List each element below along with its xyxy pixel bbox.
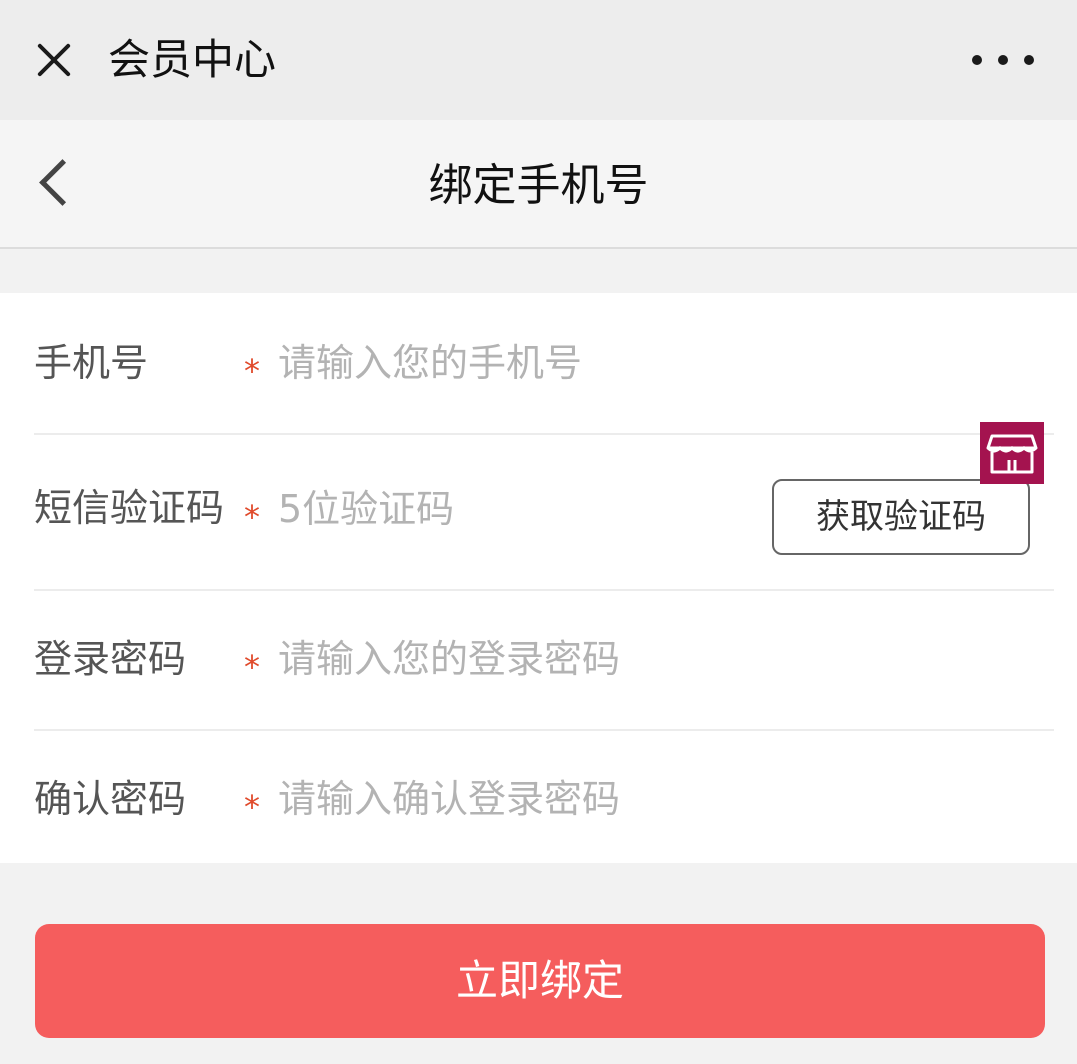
more-dot (972, 55, 982, 65)
get-code-button[interactable]: 获取验证码 (772, 479, 1030, 555)
sms-code-input[interactable] (278, 481, 738, 537)
bind-phone-form: 手机号 * 短信验证码 * 获取验证码 登录密码 * 确认密码 * (0, 293, 1077, 863)
sms-code-label: 短信验证码 (34, 486, 225, 530)
title-bar: 会员中心 (0, 0, 1077, 120)
nav-bar: 绑定手机号 (0, 120, 1077, 249)
required-mark: * (244, 648, 260, 686)
confirm-password-row: 确认密码 * (34, 729, 1054, 869)
required-mark: * (244, 498, 260, 536)
password-input[interactable] (278, 631, 738, 687)
confirm-password-input[interactable] (278, 771, 738, 827)
phone-input[interactable] (278, 335, 738, 391)
password-label: 登录密码 (34, 637, 187, 681)
more-icon[interactable] (972, 40, 1034, 80)
more-dot (1024, 55, 1034, 65)
page-title: 绑定手机号 (428, 160, 649, 211)
required-mark: * (244, 788, 260, 826)
phone-label: 手机号 (34, 341, 149, 385)
required-mark: * (244, 352, 260, 390)
confirm-password-label: 确认密码 (34, 777, 187, 821)
more-dot (998, 55, 1008, 65)
store-icon[interactable] (980, 422, 1044, 484)
sms-code-row: 短信验证码 * 获取验证码 (34, 433, 1054, 591)
phone-row: 手机号 * (34, 293, 1054, 435)
store-icon-graphic (986, 434, 1038, 474)
bind-now-button[interactable]: 立即绑定 (35, 924, 1045, 1038)
app-title: 会员中心 (108, 35, 277, 84)
password-row: 登录密码 * (34, 589, 1054, 731)
close-icon[interactable] (30, 36, 78, 84)
